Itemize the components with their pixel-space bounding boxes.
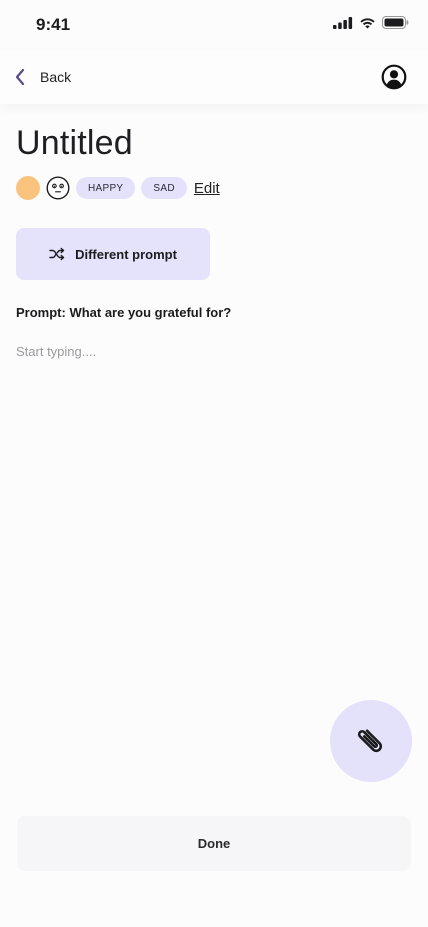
neutral-face-icon bbox=[46, 176, 70, 200]
mood-tags-row: HAPPY SAD Edit bbox=[16, 176, 220, 200]
status-time: 9:41 bbox=[36, 15, 71, 34]
battery-icon bbox=[382, 16, 409, 29]
status-icons bbox=[333, 16, 409, 29]
edit-tags-link[interactable]: Edit bbox=[194, 180, 220, 197]
status-bar: 9:41 bbox=[0, 0, 428, 50]
cellular-signal-icon bbox=[333, 16, 353, 29]
done-label: Done bbox=[197, 836, 231, 851]
entry-title[interactable]: Untitled bbox=[16, 124, 133, 163]
entry-body-input[interactable] bbox=[16, 344, 412, 684]
done-button[interactable]: Done bbox=[17, 816, 411, 871]
chevron-left-icon bbox=[15, 68, 25, 86]
mood-color-dot bbox=[16, 176, 40, 200]
different-prompt-button[interactable]: Different prompt bbox=[16, 228, 210, 280]
prompt-text: Prompt: What are you grateful for? bbox=[16, 305, 232, 320]
profile-button[interactable] bbox=[381, 64, 407, 90]
tag-sad: SAD bbox=[141, 177, 187, 199]
shuffle-icon bbox=[49, 247, 65, 261]
user-circle-icon bbox=[381, 64, 407, 90]
paperclip-icon bbox=[357, 729, 383, 753]
wifi-icon bbox=[360, 17, 375, 28]
different-prompt-label: Different prompt bbox=[75, 246, 177, 262]
back-button[interactable]: Back bbox=[14, 64, 71, 90]
nav-bar: Back bbox=[0, 50, 428, 104]
tag-happy: HAPPY bbox=[76, 177, 136, 199]
attach-button[interactable] bbox=[330, 700, 412, 782]
back-label: Back bbox=[40, 69, 72, 85]
